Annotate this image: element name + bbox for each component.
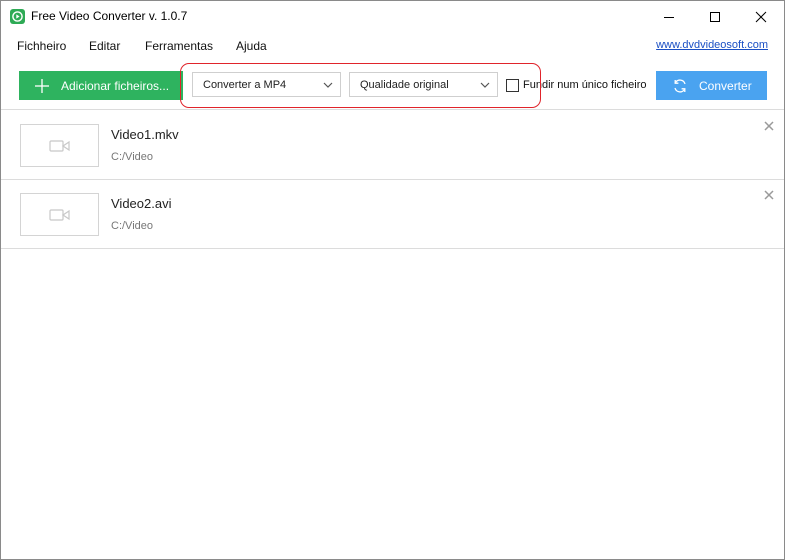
convert-label: Converter	[699, 78, 752, 93]
menu-bar: Fichheiro Editar Ferramentas Ajuda www.d…	[1, 32, 784, 60]
file-name: Video1.mkv	[111, 127, 179, 142]
file-row[interactable]: Video2.avi C:/Video	[1, 180, 784, 249]
quality-select-value: Qualidade original	[360, 78, 449, 91]
video-thumbnail	[20, 124, 99, 167]
close-button[interactable]	[738, 1, 784, 32]
refresh-icon	[674, 78, 686, 93]
maximize-icon	[710, 11, 720, 22]
close-icon	[755, 11, 767, 22]
menu-ficheiro[interactable]: Fichheiro	[17, 39, 66, 53]
app-window: Free Video Converter v. 1.0.7 Fichheiro …	[0, 0, 785, 560]
app-logo-icon	[10, 9, 25, 24]
remove-file-icon[interactable]	[764, 190, 774, 200]
menu-editar[interactable]: Editar	[89, 39, 120, 53]
chevron-down-icon	[323, 82, 333, 88]
menu-ferramentas[interactable]: Ferramentas	[145, 39, 213, 53]
title-bar[interactable]: Free Video Converter v. 1.0.7	[1, 1, 784, 32]
file-path: C:/Video	[111, 220, 153, 232]
add-files-button[interactable]: Adicionar ficheiros...	[19, 71, 183, 100]
window-title: Free Video Converter v. 1.0.7	[31, 9, 188, 23]
video-camera-icon	[49, 140, 70, 152]
quality-select[interactable]: Qualidade original	[349, 72, 498, 97]
file-name: Video2.avi	[111, 196, 172, 211]
format-select-value: Converter a MP4	[203, 78, 287, 91]
website-link[interactable]: www.dvdvideosoft.com	[656, 39, 768, 51]
merge-checkbox-label[interactable]: Fundir num único ficheiro	[523, 79, 647, 91]
video-camera-icon	[49, 209, 70, 221]
plus-icon	[35, 78, 49, 93]
maximize-button[interactable]	[692, 1, 738, 32]
file-row[interactable]: Video1.mkv C:/Video	[1, 111, 784, 180]
minimize-button[interactable]	[646, 1, 692, 32]
video-thumbnail	[20, 193, 99, 236]
chevron-down-icon	[480, 82, 490, 88]
remove-file-icon[interactable]	[764, 121, 774, 131]
menu-ajuda[interactable]: Ajuda	[236, 39, 267, 53]
file-path: C:/Video	[111, 151, 153, 163]
convert-button[interactable]: Converter	[656, 71, 767, 100]
toolbar: Adicionar ficheiros... Converter a MP4 Q…	[1, 60, 784, 110]
merge-checkbox[interactable]	[506, 79, 519, 92]
minimize-icon	[664, 16, 674, 18]
add-files-label: Adicionar ficheiros...	[61, 78, 170, 93]
format-select[interactable]: Converter a MP4	[192, 72, 341, 97]
